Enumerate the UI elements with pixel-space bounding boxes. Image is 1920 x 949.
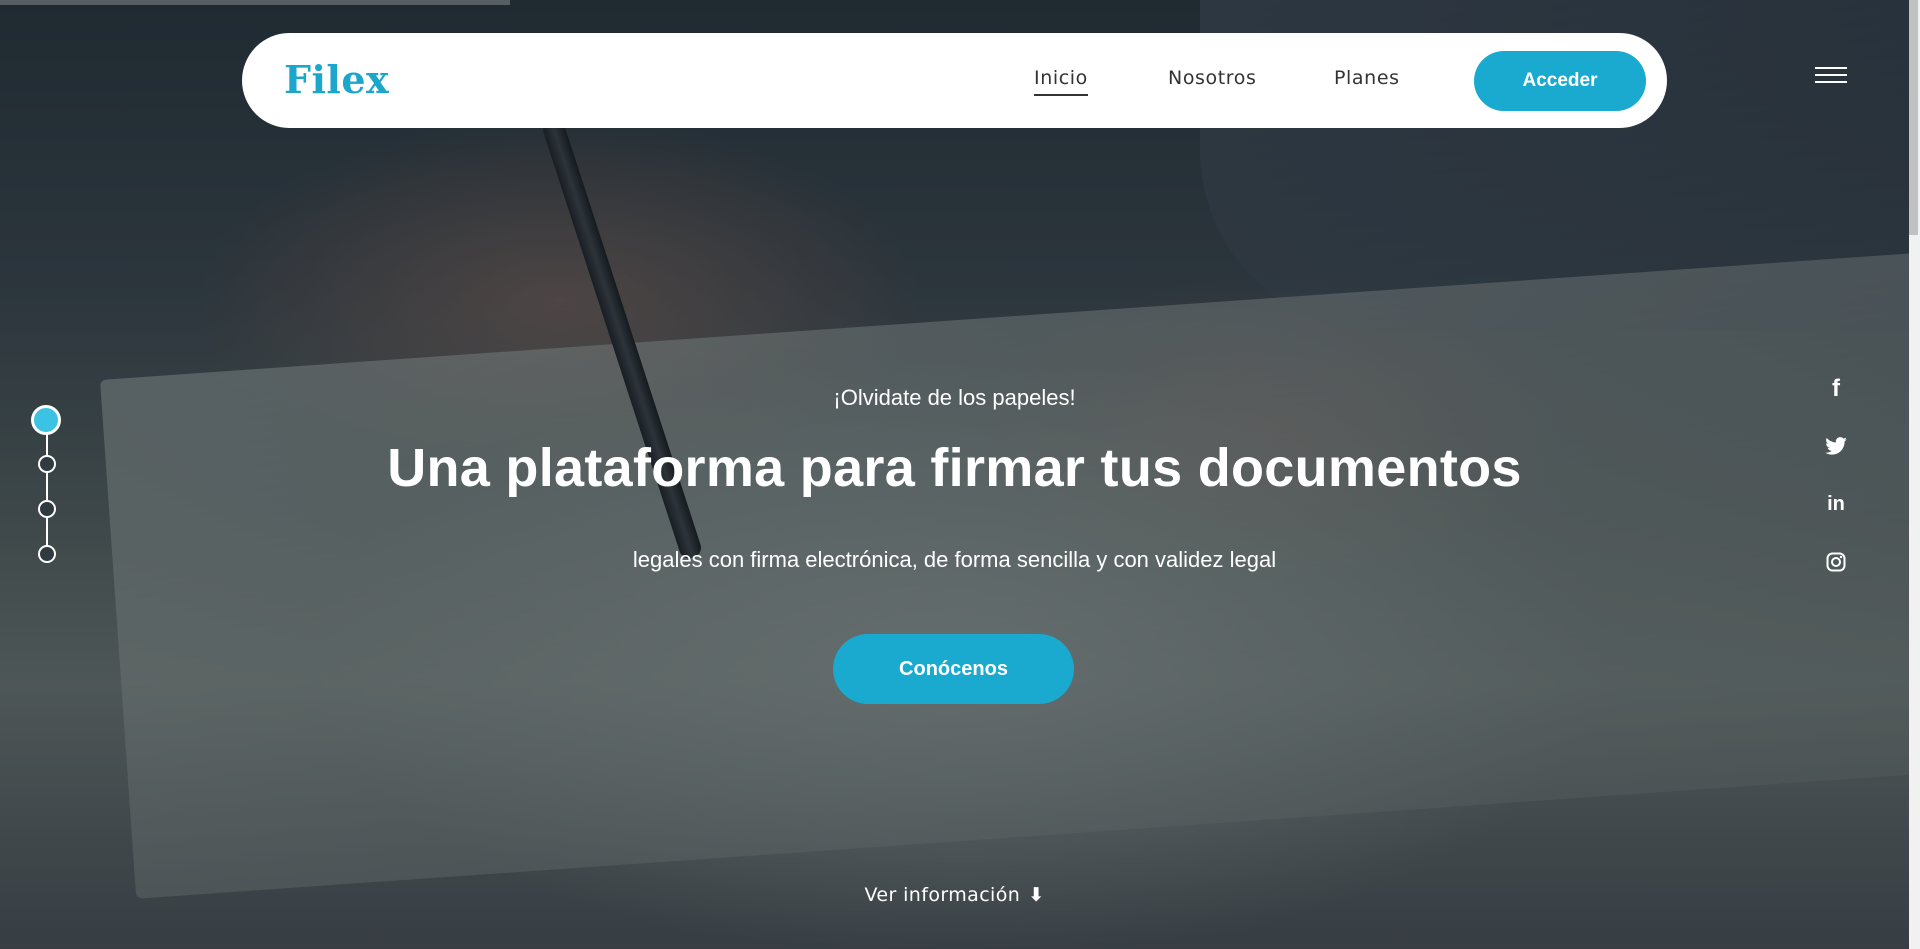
- arrow-down-icon: ⬇: [1028, 884, 1045, 906]
- hero-headline: Una plataforma para firmar tus documento…: [387, 438, 1522, 498]
- hero-subline: legales con firma electrónica, de forma …: [632, 547, 1277, 572]
- hero-section: ¡Olvidate de los papeles! Una plataforma…: [0, 0, 1909, 949]
- ver-informacion-label: Ver información: [864, 884, 1021, 906]
- ver-informacion-link[interactable]: Ver información ⬇: [0, 884, 1909, 906]
- scrollbar-thumb[interactable]: [1909, 0, 1918, 235]
- scrollbar[interactable]: [1909, 0, 1920, 949]
- hero-eyebrow: ¡Olvidate de los papeles!: [833, 385, 1076, 410]
- conocenos-button[interactable]: Conócenos: [833, 634, 1074, 704]
